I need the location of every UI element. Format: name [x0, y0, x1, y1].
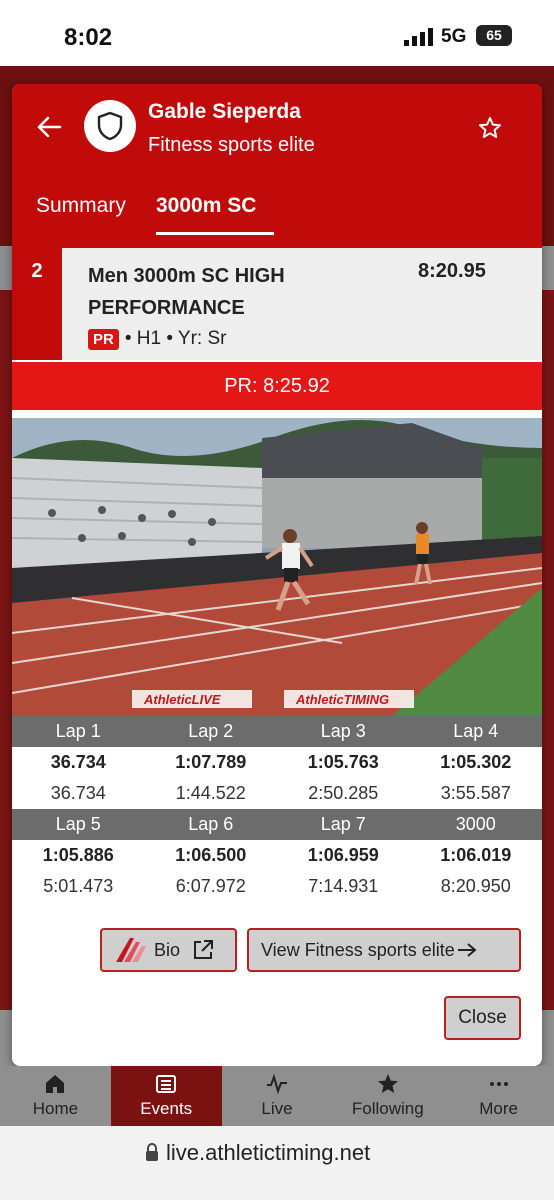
athletic-logo-icon [116, 938, 146, 962]
view-team-button-label: View Fitness sports elite [261, 939, 455, 960]
team-logo [84, 100, 136, 152]
athlete-name: Gable Sieperda [148, 100, 301, 123]
split-label: Lap 2 [188, 721, 234, 741]
bio-button-label: Bio [154, 939, 181, 960]
bio-button[interactable]: Bio [100, 928, 237, 972]
view-team-button[interactable]: View Fitness sports elite [247, 928, 521, 972]
star-icon [377, 1074, 398, 1093]
event-name: Men 3000m SC HIGH PERFORMANCE [88, 265, 285, 319]
tab-event[interactable]: 3000m SC [156, 194, 256, 218]
favorite-star-icon[interactable] [478, 116, 502, 140]
split-cumulative-time: 8:20.950 [440, 876, 511, 896]
split-cumulative-time: 7:14.931 [308, 876, 379, 896]
athlete-result-modal: Gable Sieperda Fitness sports elite Summ… [12, 84, 542, 1066]
splits-header-row: Lap 5 Lap 6 Lap 7 3000 [12, 809, 542, 840]
split-lap-time: 1:05.763 [307, 752, 379, 772]
status-time: 8:02 [64, 24, 113, 51]
result-meta: PR • H1 • Yr: Sr [88, 328, 227, 350]
event-cell: Men 3000m SC HIGH PERFORMANCE 8:20.95 PR… [62, 248, 542, 360]
place: 2 [12, 248, 62, 360]
back-arrow-icon[interactable] [36, 114, 62, 140]
result-row: 2 Men 3000m SC HIGH PERFORMANCE 8:20.95 … [12, 248, 542, 360]
split-label: Lap 4 [453, 721, 499, 741]
active-tab-indicator [156, 232, 274, 235]
bottom-nav: Home Events Live Following More [0, 1066, 554, 1126]
split-lap-time: 1:06.959 [307, 845, 379, 865]
team-name: Fitness sports elite [148, 134, 315, 156]
modal-header: Gable Sieperda Fitness sports elite Summ… [12, 84, 542, 360]
split-lap-row: 1:05.886 1:06.500 1:06.959 1:06.019 [12, 840, 542, 871]
status-bar: 8:02 5G 65 [0, 0, 554, 66]
pulse-icon [266, 1073, 287, 1095]
nav-label: More [479, 1099, 518, 1118]
race-photo: AthleticLIVE AthleticTIMING [12, 418, 542, 716]
result-mark: 8:20.95 [418, 260, 486, 282]
browser-url-bar[interactable]: live.athletictiming.net [0, 1126, 554, 1200]
network-type: 5G [441, 26, 467, 47]
split-label: Lap 3 [320, 721, 366, 741]
tab-summary[interactable]: Summary [36, 194, 126, 218]
split-lap-time: 1:06.500 [175, 845, 247, 865]
heat-year-info: • H1 • Yr: Sr [124, 328, 227, 349]
split-label: 3000 [455, 814, 496, 834]
shield-icon [97, 111, 123, 141]
split-cumulative-time: 2:50.285 [308, 783, 379, 803]
pr-banner: PR: 8:25.92 [12, 362, 542, 410]
nav-more[interactable]: More [443, 1066, 554, 1126]
splits-header-row: Lap 1 Lap 2 Lap 3 Lap 4 [12, 716, 542, 747]
nav-label: Events [140, 1099, 193, 1118]
pr-badge: PR [88, 328, 119, 350]
url-text: live.athletictiming.net [166, 1140, 371, 1165]
split-cumulative-time: 5:01.473 [43, 876, 114, 896]
signal-icon [404, 28, 433, 46]
nav-events[interactable]: Events [110, 1066, 222, 1126]
split-cumulative-time: 36.734 [50, 783, 106, 803]
close-button[interactable]: Close [444, 996, 521, 1040]
nav-following[interactable]: Following [332, 1066, 443, 1126]
split-lap-time: 1:06.019 [440, 845, 512, 865]
athletic-live-watermark: AthleticLIVE [143, 692, 221, 707]
splits-table: Lap 1 Lap 2 Lap 3 Lap 4 36.734 1:07.789 … [12, 716, 542, 902]
split-cumulative-row: 5:01.473 6:07.972 7:14.931 8:20.950 [12, 871, 542, 902]
split-cumulative-time: 1:44.522 [175, 783, 246, 803]
athletic-timing-watermark: AthleticTIMING [295, 692, 389, 707]
split-cumulative-row: 36.734 1:44.522 2:50.285 3:55.587 [12, 778, 542, 809]
nav-home[interactable]: Home [0, 1066, 111, 1126]
split-label: Lap 1 [55, 721, 101, 741]
split-label: Lap 5 [55, 814, 101, 834]
nav-label: Live [261, 1099, 293, 1118]
race-photo-illustration: AthleticLIVE AthleticTIMING [12, 418, 542, 716]
nav-live[interactable]: Live [222, 1066, 333, 1126]
background-edge-right [542, 290, 554, 1010]
split-cumulative-time: 3:55.587 [440, 783, 511, 803]
nav-label: Home [32, 1099, 79, 1118]
split-lap-time: 36.734 [50, 752, 106, 772]
split-lap-time: 1:05.886 [42, 845, 114, 865]
split-lap-time: 1:05.302 [440, 752, 512, 772]
split-cumulative-time: 6:07.972 [175, 876, 246, 896]
arrow-right-icon [457, 943, 477, 957]
dots-icon [489, 1082, 508, 1086]
split-lap-row: 36.734 1:07.789 1:05.763 1:05.302 [12, 747, 542, 778]
list-icon [156, 1075, 177, 1093]
battery-icon: 65 [476, 25, 512, 46]
split-lap-time: 1:07.789 [175, 752, 247, 772]
home-icon [46, 1075, 65, 1093]
split-label: Lap 7 [320, 814, 366, 834]
external-link-icon [194, 940, 214, 959]
split-label: Lap 6 [188, 814, 234, 834]
lock-icon [146, 1143, 158, 1161]
background-edge-left [0, 290, 12, 1010]
nav-label: Following [351, 1099, 424, 1118]
